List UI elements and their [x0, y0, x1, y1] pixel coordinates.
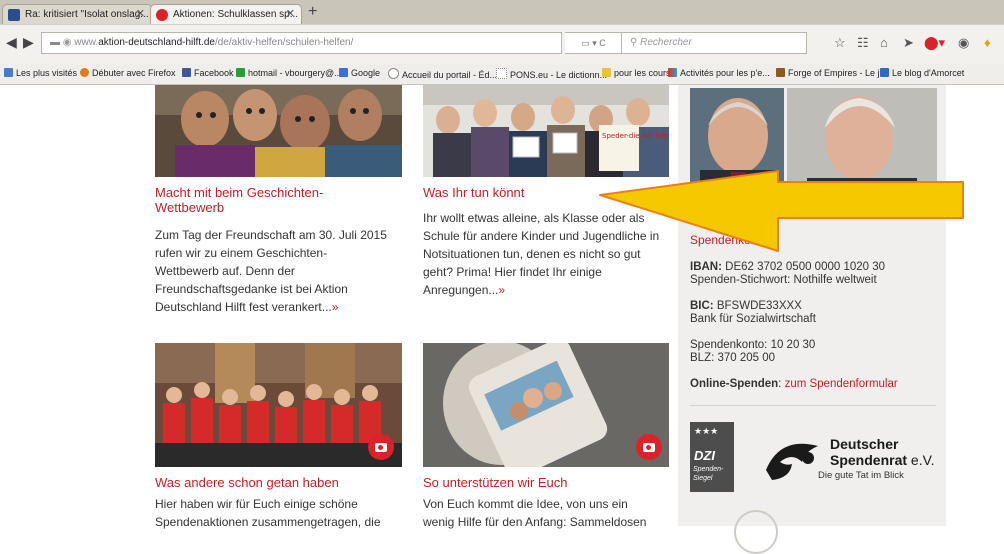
url-domain: aktion-deutschland-hilft.de	[98, 37, 215, 48]
chat-icon[interactable]: ◉	[958, 35, 969, 51]
close-tab-icon[interactable]: ✕	[136, 5, 145, 24]
back-icon[interactable]: ◀	[6, 34, 17, 51]
bookmark-item[interactable]: hotmail - vbourgery@...	[236, 68, 342, 78]
home-icon: ▬	[50, 37, 60, 48]
bookmarks-bar: Les plus visités Débuter avec Firefox Fa…	[0, 64, 1004, 85]
search-placeholder: Rechercher	[640, 37, 692, 48]
url-path: /de/aktiv-helfen/schulen-helfen/	[214, 37, 354, 48]
bookmark-item[interactable]: Accueil du portail - Éd...	[388, 68, 497, 80]
reload-icon[interactable]: ▭ ▾ C	[565, 32, 623, 54]
bookmarks-list-icon[interactable]: ☷	[857, 35, 869, 51]
bookmark-item[interactable]: Google	[339, 68, 380, 78]
send-icon[interactable]: ➤	[903, 35, 914, 51]
bookmark-item[interactable]: PONS.eu - Le dictionn...	[496, 68, 607, 80]
url-bar[interactable]: ▬ ◉ www.aktion-deutschland-hilft.de/de/a…	[41, 32, 562, 54]
tab-label: Ra: kritisiert "Isolat onslag...	[25, 9, 149, 20]
extension-icon[interactable]: ♦	[984, 35, 991, 50]
bookmark-item[interactable]: Les plus visités	[4, 68, 77, 78]
site-favicon-icon	[156, 9, 168, 21]
nav-bar: ◀ ▶ ▬ ◉ www.aktion-deutschland-hilft.de/…	[0, 24, 1004, 65]
tab-ra-kritisiert[interactable]: Ra: kritisiert "Isolat onslag... ✕	[2, 4, 152, 24]
tab-aktionen[interactable]: Aktionen: Schulklassen sp... ✕	[150, 4, 302, 24]
home-button-icon[interactable]: ⌂	[880, 35, 888, 50]
forward-icon[interactable]: ▶	[23, 34, 34, 51]
search-icon: ⚲	[630, 37, 638, 48]
bookmark-item[interactable]: Le blog d'Amorcet	[880, 68, 964, 78]
bookmark-item[interactable]: pour les cours	[602, 68, 671, 78]
globe-icon: ◉	[62, 37, 72, 48]
bookmark-item[interactable]: Débuter avec Firefox	[80, 68, 176, 78]
close-tab-icon[interactable]: ✕	[286, 5, 295, 24]
adblock-icon[interactable]: ⬤▾	[924, 35, 945, 51]
bookmark-star-icon[interactable]: ☆	[834, 35, 846, 51]
url-prefix: www.	[74, 37, 99, 48]
bookmark-item[interactable]: Activités pour les p'e...	[668, 68, 770, 78]
new-tab-icon[interactable]: +	[308, 3, 317, 21]
tab-bar: Ra: kritisiert "Isolat onslag... ✕ Aktio…	[0, 0, 1004, 24]
page-content: Speder-die Ad- kommen Macht mit beim Ges…	[0, 85, 1004, 554]
bookmark-item[interactable]: Forge of Empires - Le j...	[776, 68, 887, 78]
annotation-arrow-icon	[599, 170, 964, 252]
tab-label: Aktionen: Schulklassen sp...	[173, 9, 299, 20]
site-favicon-icon	[8, 9, 20, 21]
bookmark-item[interactable]: Facebook	[182, 68, 234, 78]
search-input[interactable]: ⚲ Rechercher	[621, 32, 807, 54]
